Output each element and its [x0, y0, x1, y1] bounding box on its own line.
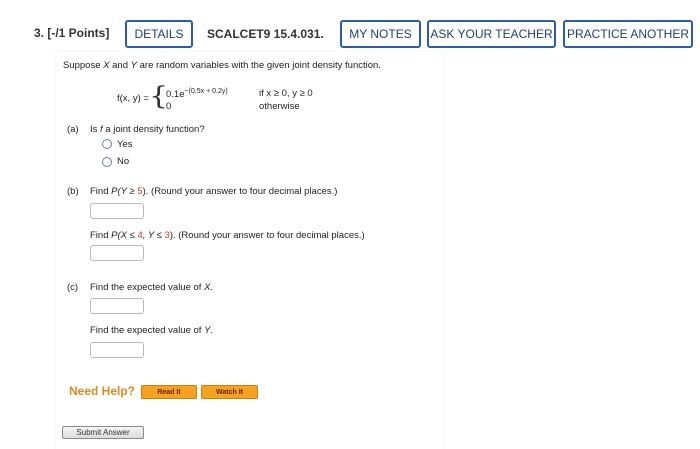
option-yes-label: Yes — [117, 139, 133, 150]
problem-intro: Suppose X and Y are random variables wit… — [63, 60, 381, 71]
answer-input-p-y[interactable] — [90, 203, 144, 219]
my-notes-button[interactable]: MY NOTES — [340, 20, 421, 48]
practice-another-button[interactable]: PRACTICE ANOTHER — [563, 20, 693, 48]
need-help-label: Need Help? — [69, 384, 136, 398]
part-b-question-2: Find P(X ≤ 4, Y ≤ 3). (Round your answer… — [90, 230, 365, 241]
density-case-2: 0 — [166, 101, 172, 112]
answer-input-ex[interactable] — [90, 298, 144, 314]
part-b-label: (b) — [67, 186, 79, 197]
submit-answer-button[interactable]: Submit Answer — [62, 426, 144, 439]
option-no-label: No — [117, 156, 130, 167]
question-number: 3. [-/1 Points] — [34, 26, 110, 40]
radio-yes[interactable] — [102, 139, 112, 149]
density-lhs: f(x, y) = — [117, 93, 149, 104]
density-case-1-condition: if x ≥ 0, y ≥ 0 — [259, 88, 313, 99]
density-case-2-condition: otherwise — [259, 101, 300, 112]
radio-no[interactable] — [102, 157, 112, 167]
part-a-label: (a) — [67, 124, 79, 135]
question-code: SCALCET9 15.4.031. — [207, 27, 324, 41]
details-button[interactable]: DETAILS — [125, 20, 193, 48]
part-a-question: Is f a joint density function? — [90, 124, 205, 135]
watch-it-button[interactable]: Watch It — [201, 385, 258, 399]
part-c-question-2: Find the expected value of Y. — [90, 325, 214, 336]
answer-input-ey[interactable] — [90, 342, 144, 358]
part-b-question-1: Find P(Y ≥ 5). (Round your answer to fou… — [90, 186, 338, 197]
density-case-1: 0.1e−(0.5x + 0.2y) — [166, 88, 228, 101]
ask-teacher-button[interactable]: ASK YOUR TEACHER — [427, 20, 556, 48]
read-it-button[interactable]: Read It — [141, 385, 197, 399]
answer-input-p-xy[interactable] — [90, 245, 144, 261]
part-c-question-1: Find the expected value of X. — [90, 282, 214, 293]
part-c-label: (c) — [67, 282, 79, 293]
question-header: 3. [-/1 Points] DETAILS SCALCET9 15.4.03… — [0, 0, 700, 60]
